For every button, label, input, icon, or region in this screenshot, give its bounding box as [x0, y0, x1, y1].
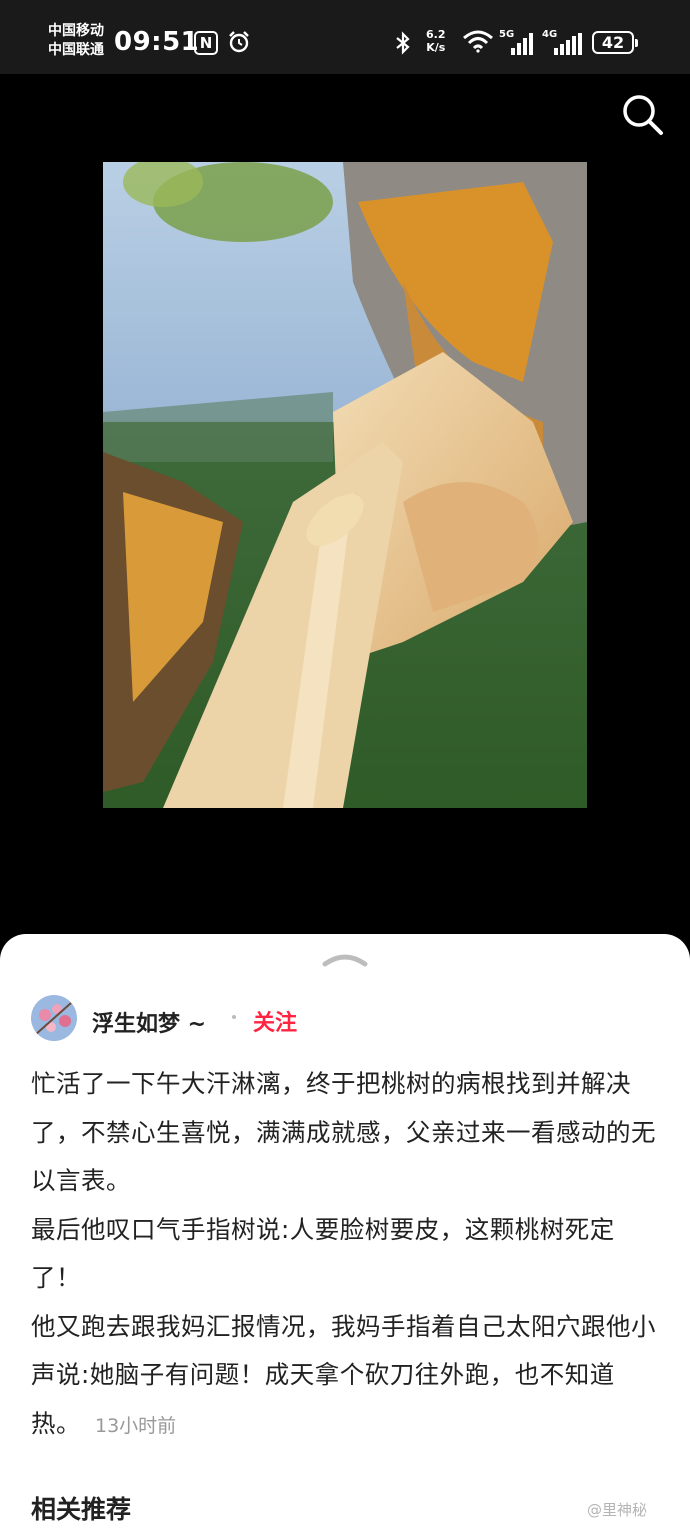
post-timestamp: 13小时前: [95, 1414, 177, 1437]
net-speed-value: 6.2: [426, 28, 446, 41]
post-detail-sheet: 浮生如梦 ~ 关注 忙活了一下午大汗淋漓，终于把桃树的病根找到并解决了，不禁心生…: [0, 934, 690, 1528]
watermark: @里神秘: [587, 1501, 648, 1519]
related-section-title: 相关推荐: [31, 1495, 132, 1524]
post-paragraph: 忙活了一下午大汗淋漓，终于把桃树的病根找到并解决了，不禁心生喜悦，满满成就感，父…: [31, 1069, 656, 1195]
net-speed-unit: K/s: [426, 41, 446, 54]
bluetooth-icon: [395, 31, 411, 61]
battery-icon: 42: [592, 31, 638, 54]
carrier-2: 中国联通: [48, 42, 104, 58]
post-image[interactable]: [103, 162, 587, 808]
search-button[interactable]: [620, 92, 666, 138]
status-bar: 中国移动 中国联通 09:51 N 6.2 K/s 5G 4G 42: [0, 0, 690, 74]
wifi-icon: [463, 30, 493, 53]
signal-5g-icon: 5G: [499, 29, 537, 55]
signal-4g-icon: 4G: [542, 29, 584, 55]
post-paragraph: 最后他叹口气手指树说:人要脸树要皮，这颗桃树死定了！: [31, 1214, 615, 1293]
follow-button[interactable]: 关注: [253, 1005, 297, 1037]
alarm-icon: [229, 31, 249, 53]
chevron-up-icon[interactable]: [321, 950, 369, 968]
network-speed: 6.2 K/s: [426, 28, 446, 54]
nfc-icon: N: [194, 31, 218, 55]
avatar[interactable]: [31, 995, 77, 1041]
search-icon[interactable]: [620, 92, 666, 138]
clock: 09:51: [114, 27, 200, 57]
carrier-1: 中国移动: [48, 23, 104, 39]
author-name[interactable]: 浮生如梦 ~: [92, 1006, 206, 1038]
post-content: 忙活了一下午大汗淋漓，终于把桃树的病根找到并解决了，不禁心生喜悦，满满成就感，父…: [31, 1060, 661, 1450]
separator-dot: [232, 1015, 236, 1019]
post-paragraph: 他又跑去跟我妈汇报情况，我妈手指着自己太阳穴跟他小声说:她脑子有问题！成天拿个砍…: [31, 1303, 661, 1451]
carrier-names: 中国移动 中国联通: [48, 22, 104, 60]
